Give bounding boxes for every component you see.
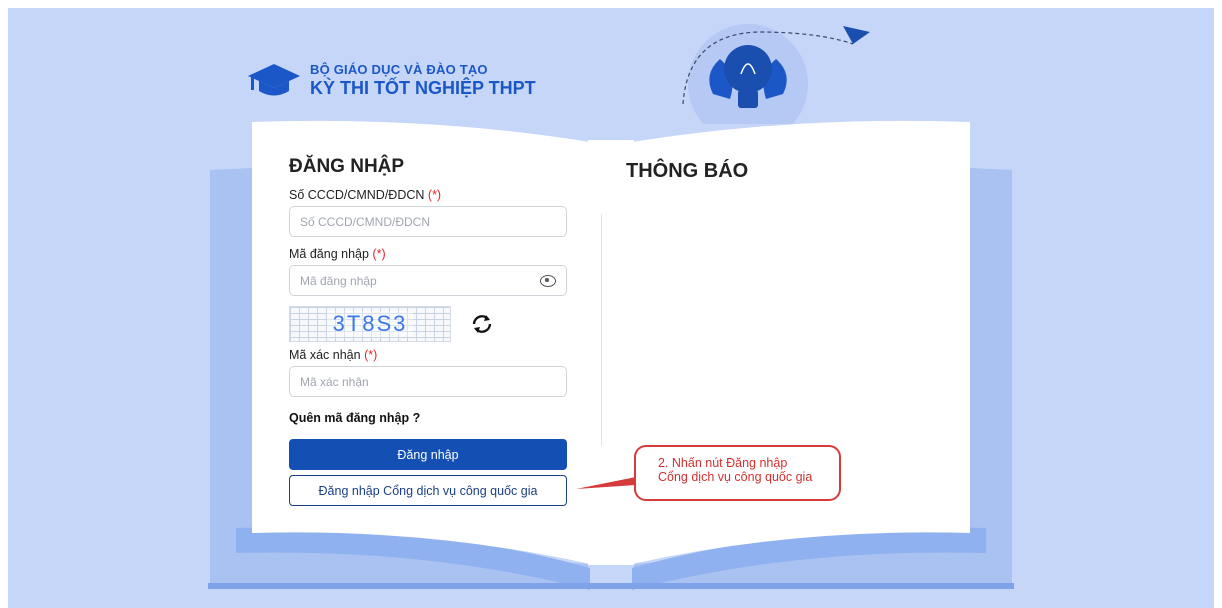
- captcha-row: 3T8S3: [289, 306, 569, 342]
- verify-placeholder: Mã xác nhận: [300, 374, 369, 389]
- eye-icon[interactable]: [540, 274, 556, 287]
- page-background: BỘ GIÁO DỤC VÀ ĐÀO TẠO KỲ THI TỐT NGHIỆP…: [8, 8, 1214, 608]
- id-label: Số CCCD/CMND/ĐDCN (*): [289, 188, 442, 202]
- code-placeholder: Mã đăng nhập: [300, 273, 377, 288]
- verify-label: Mã xác nhận (*): [289, 348, 378, 362]
- verify-code-input[interactable]: Mã xác nhận: [289, 366, 567, 397]
- brand-exam-title: KỲ THI TỐT NGHIỆP THPT: [310, 77, 536, 98]
- brand-header: BỘ GIÁO DỤC VÀ ĐÀO TẠO KỲ THI TỐT NGHIỆP…: [246, 60, 536, 100]
- login-code-input[interactable]: Mã đăng nhập: [289, 265, 567, 296]
- login-title: ĐĂNG NHẬP: [289, 156, 405, 177]
- instruction-callout: 2. Nhấn nút Đăng nhập Cổng dịch vụ công …: [634, 445, 841, 501]
- id-input[interactable]: Số CCCD/CMND/ĐDCN: [289, 206, 567, 237]
- national-portal-login-button[interactable]: Đăng nhập Cổng dịch vụ công quốc gia: [289, 475, 567, 506]
- refresh-icon[interactable]: [465, 307, 499, 341]
- required-mark: (*): [364, 348, 378, 362]
- captcha-text: 3T8S3: [326, 311, 414, 337]
- id-placeholder: Số CCCD/CMND/ĐDCN: [300, 214, 431, 229]
- callout-line-1: 2. Nhấn nút Đăng nhập: [658, 456, 788, 470]
- code-label: Mã đăng nhập (*): [289, 247, 386, 261]
- brand-ministry: BỘ GIÁO DỤC VÀ ĐÀO TẠO: [310, 61, 488, 77]
- callout-arrow: [576, 477, 636, 489]
- captcha-image: 3T8S3: [289, 306, 451, 342]
- notice-title: THÔNG BÁO: [626, 160, 749, 182]
- forgot-code-link[interactable]: Quên mã đăng nhập ?: [289, 411, 569, 425]
- required-mark: (*): [372, 247, 386, 261]
- book-illustration: [208, 120, 1014, 590]
- required-mark: (*): [427, 188, 442, 202]
- page-divider: [601, 214, 602, 446]
- graduation-cap-icon: [248, 64, 300, 96]
- callout-line-2: Cổng dịch vụ công quốc gia: [658, 470, 813, 484]
- login-button[interactable]: Đăng nhập: [289, 439, 567, 470]
- login-form: ĐĂNG NHẬP Số CCCD/CMND/ĐDCN (*) Số CCCD/…: [289, 156, 569, 506]
- lightbulb-icon: [682, 24, 870, 124]
